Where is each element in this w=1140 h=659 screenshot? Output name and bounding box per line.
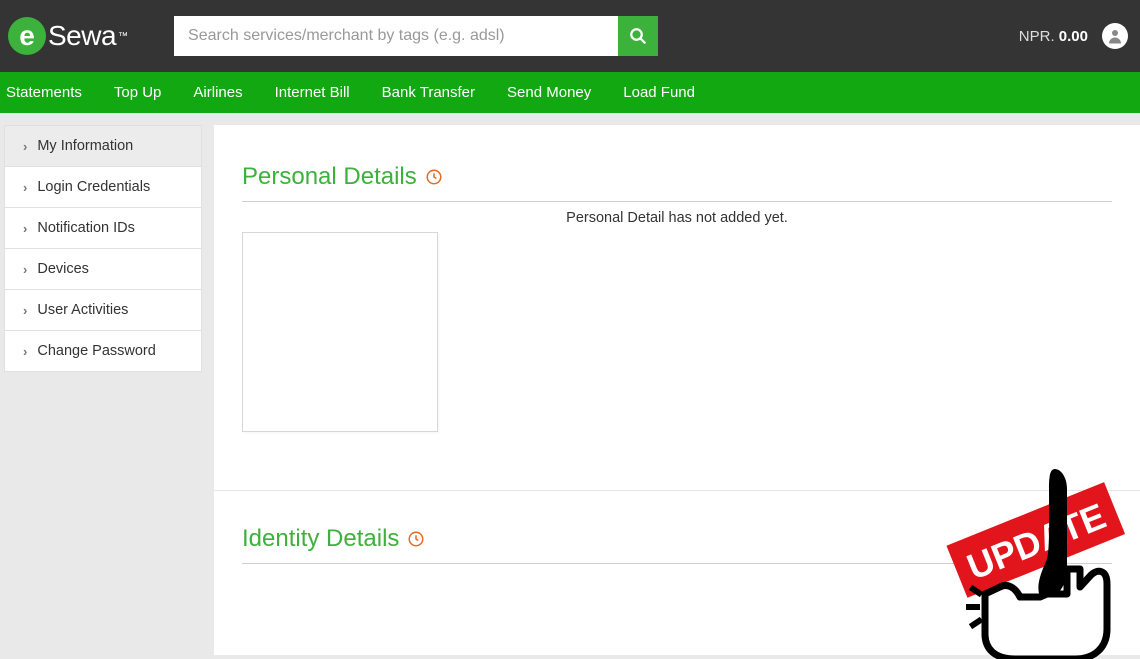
nav-send-money[interactable]: Send Money (491, 84, 607, 101)
nav-topup[interactable]: Top Up (98, 84, 178, 101)
nav-bank-transfer[interactable]: Bank Transfer (366, 84, 491, 101)
search-button[interactable] (618, 16, 658, 56)
sidebar-item-user-activities[interactable]: › User Activities (4, 289, 202, 331)
sidebar-item-notification-ids[interactable]: › Notification IDs (4, 207, 202, 249)
personal-details-heading: Personal Details (242, 163, 1112, 191)
sidebar-item-my-information[interactable]: › My Information (4, 125, 202, 167)
sidebar-item-label: Change Password (37, 343, 156, 359)
search-form (174, 16, 658, 56)
divider (242, 201, 1112, 202)
nav-airlines[interactable]: Airlines (177, 84, 258, 101)
content: › My Information › Login Credentials › N… (0, 113, 1140, 655)
topbar: e Sewa ™ NPR. 0.00 (0, 0, 1140, 72)
brand-logo-text: Sewa (48, 20, 116, 52)
sidebar-item-label: Devices (37, 261, 89, 277)
user-icon (1106, 27, 1124, 45)
chevron-right-icon: › (23, 344, 27, 359)
main-panel: Personal Details Personal Detail has not… (214, 125, 1140, 655)
profile-photo-placeholder (242, 232, 438, 432)
sidebar-item-label: Notification IDs (37, 220, 135, 236)
identity-section: Identity Details (214, 490, 1140, 564)
nav-statements[interactable]: Statements (4, 84, 98, 101)
clock-icon (425, 168, 443, 186)
nav-internet-bill[interactable]: Internet Bill (259, 84, 366, 101)
balance-area: NPR. 0.00 (1019, 23, 1128, 49)
sidebar-item-devices[interactable]: › Devices (4, 248, 202, 290)
chevron-right-icon: › (23, 262, 27, 277)
personal-empty-message: Personal Detail has not added yet. (242, 210, 1112, 226)
nav-load-fund[interactable]: Load Fund (607, 84, 711, 101)
user-avatar[interactable] (1102, 23, 1128, 49)
chevron-right-icon: › (23, 139, 27, 154)
sidebar-item-label: My Information (37, 138, 133, 154)
search-input[interactable] (174, 16, 618, 56)
chevron-right-icon: › (23, 303, 27, 318)
sidebar-item-label: Login Credentials (37, 179, 150, 195)
brand-tm: ™ (118, 31, 128, 42)
balance-amount: 0.00 (1059, 28, 1088, 45)
sidebar-item-change-password[interactable]: › Change Password (4, 330, 202, 372)
divider (242, 563, 1112, 564)
brand-logo[interactable]: e Sewa ™ (8, 17, 128, 55)
brand-logo-mark: e (8, 17, 46, 55)
search-icon (629, 27, 647, 45)
balance-label: NPR. 0.00 (1019, 28, 1088, 45)
main-nav: Statements Top Up Airlines Internet Bill… (0, 72, 1140, 113)
chevron-right-icon: › (23, 221, 27, 236)
chevron-right-icon: › (23, 180, 27, 195)
sidebar: › My Information › Login Credentials › N… (4, 125, 202, 371)
sidebar-item-login-credentials[interactable]: › Login Credentials (4, 166, 202, 208)
identity-details-heading: Identity Details (242, 525, 1112, 553)
clock-icon (407, 530, 425, 548)
sidebar-item-label: User Activities (37, 302, 128, 318)
